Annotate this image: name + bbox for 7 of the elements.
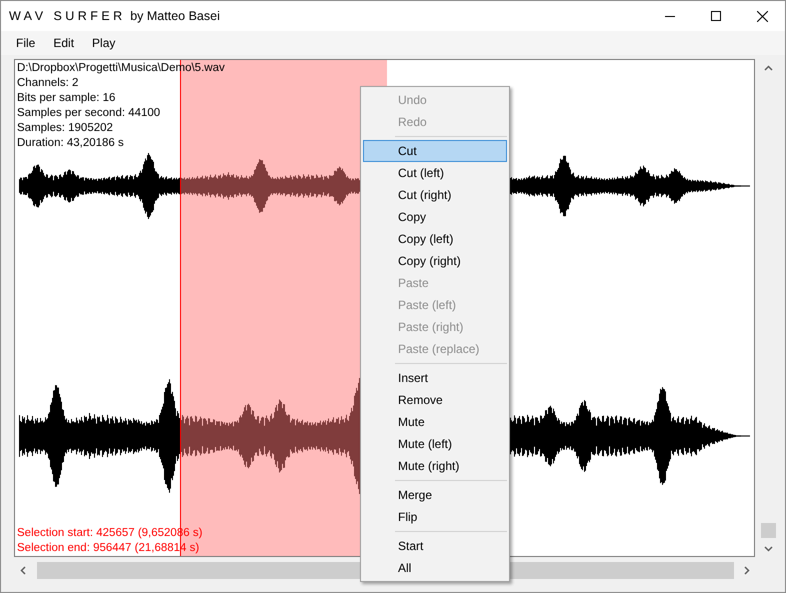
file-info-text: Bits per sample: 16 [17,91,116,106]
window-subtitle: by Matteo Basei [130,9,220,23]
file-info-text: Channels: 2 [17,76,80,91]
file-info-text: Samples per second: 44100 [17,106,162,121]
window-title: W A V S U R F E R [9,9,122,23]
file-info-text: Samples: 1905202 [17,121,114,136]
file-info-text: Duration: 43,20186 s [17,136,125,151]
